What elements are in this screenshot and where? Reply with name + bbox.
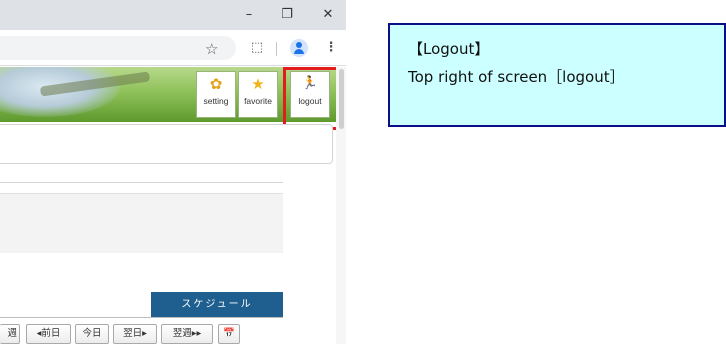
next-week-button[interactable]: 翌週▸▸ [161, 324, 213, 344]
content-card [0, 124, 333, 164]
profile-avatar-button[interactable] [288, 37, 310, 59]
browser-menu-icon[interactable]: ⋮ [320, 37, 342, 59]
divider [0, 182, 283, 183]
web-page: ✿ setting ★ favorite 🏃 logout スケジュール 週 ◂… [0, 67, 346, 344]
favorite-label: favorite [244, 96, 272, 106]
calendar-icon: 📅 [223, 328, 235, 339]
today-button[interactable]: 今日 [75, 324, 109, 344]
calendar-button[interactable]: 📅 [218, 324, 240, 344]
prev-week-button[interactable]: 週 [0, 324, 20, 344]
schedule-divider [0, 317, 283, 318]
info-panel [0, 193, 283, 253]
toolbar-divider [276, 42, 277, 56]
maximize-button[interactable]: ❐ [272, 4, 302, 26]
browser-title-bar: – ❐ ✕ [0, 0, 346, 30]
next-day-button[interactable]: 翌日▸ [113, 324, 157, 344]
star-icon: ★ [251, 75, 265, 93]
setting-button[interactable]: ✿ setting [196, 71, 236, 118]
browser-toolbar: ☆ ⬚ ⋮ [0, 30, 346, 66]
callout-title: 【Logout】 [408, 40, 490, 58]
gear-icon: ✿ [209, 75, 223, 93]
favorite-button[interactable]: ★ favorite [238, 71, 278, 118]
setting-label: setting [203, 96, 229, 106]
logout-callout: 【Logout】 Top right of screen［logout］ [388, 23, 726, 127]
profile-icon [290, 39, 308, 57]
callout-text: Top right of screen［logout］ [408, 68, 625, 86]
prev-day-button[interactable]: ◂前日 [26, 324, 71, 344]
scrollbar-thumb[interactable] [339, 69, 344, 129]
address-bar[interactable]: ☆ [0, 36, 236, 60]
close-window-button[interactable]: ✕ [313, 4, 343, 26]
minimize-button[interactable]: – [234, 4, 264, 26]
browser-screenshot: – ❐ ✕ ☆ ⬚ ⋮ ✿ setting ★ favorite 🏃 logou… [0, 0, 346, 344]
schedule-tab[interactable]: スケジュール [151, 292, 283, 317]
bookmark-star-icon[interactable]: ☆ [205, 40, 218, 58]
extensions-icon[interactable]: ⬚ [246, 37, 268, 59]
